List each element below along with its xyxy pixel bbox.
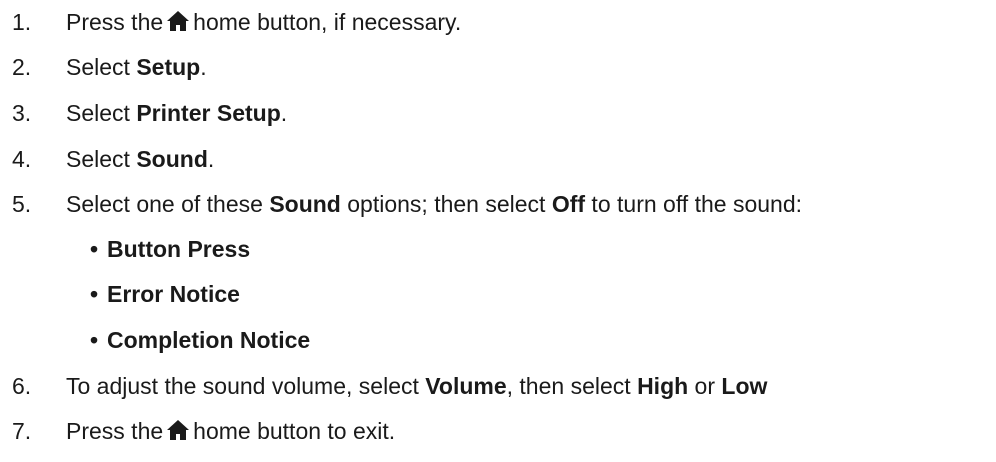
step-text: Select Sound. — [66, 144, 214, 174]
step-text-pre: Press the — [66, 9, 164, 35]
step-text: Select Setup. — [66, 52, 207, 82]
menu-item-name: Volume — [425, 373, 507, 399]
bullet-marker: • — [90, 281, 99, 307]
step-text-pre: Select — [66, 146, 137, 172]
step-number: 6. — [12, 373, 32, 399]
step-text: Select Printer Setup. — [66, 98, 287, 128]
step-text-post: to turn off the sound: — [585, 191, 802, 217]
option-name: Low — [721, 373, 768, 399]
step-text-pre: Press the — [66, 418, 164, 444]
bullet-marker: • — [90, 327, 99, 353]
step-text-pre: Select — [66, 100, 137, 126]
step-text-post: home button to exit. — [193, 418, 396, 444]
step-text: Press the home button to exit. — [66, 416, 395, 446]
sound-option-label: Button Press — [107, 236, 251, 262]
step-number: 1. — [12, 9, 32, 35]
step-text-post: . — [280, 100, 288, 126]
step-text-post: home button, if necessary. — [193, 9, 462, 35]
step-number: 5. — [12, 191, 32, 217]
home-icon — [167, 420, 190, 440]
step-text-mid: options; then select — [340, 191, 552, 217]
option-name: Off — [551, 191, 586, 217]
sound-option-label: Error Notice — [107, 281, 240, 307]
step-text-mid: or — [688, 373, 722, 399]
step-text-post: . — [200, 54, 207, 80]
bullet-marker: • — [90, 236, 99, 262]
menu-item-name: Sound — [269, 191, 341, 217]
step-text: To adjust the sound volume, select Volum… — [66, 371, 767, 401]
step-text-pre: Select — [66, 54, 137, 80]
menu-item-name: Setup — [136, 54, 201, 80]
option-name: High — [637, 373, 689, 399]
step-text-pre: Select one of these — [66, 191, 270, 217]
step-text: Press the home button, if necessary. — [66, 7, 461, 37]
home-icon — [167, 11, 190, 31]
menu-item-name: Sound — [136, 146, 208, 172]
menu-item-name: Printer Setup — [136, 100, 281, 126]
sound-option-label: Completion Notice — [107, 327, 311, 353]
step-number: 3. — [12, 100, 32, 126]
step-text-pre: To adjust the sound volume, select — [66, 373, 426, 399]
step-number: 2. — [12, 54, 32, 80]
step-text-mid: , then select — [506, 373, 638, 399]
step-number: 4. — [12, 146, 32, 172]
step-number: 7. — [12, 418, 32, 444]
step-text-post: . — [207, 146, 215, 172]
step-text: Select one of these Sound options; then … — [66, 189, 802, 219]
